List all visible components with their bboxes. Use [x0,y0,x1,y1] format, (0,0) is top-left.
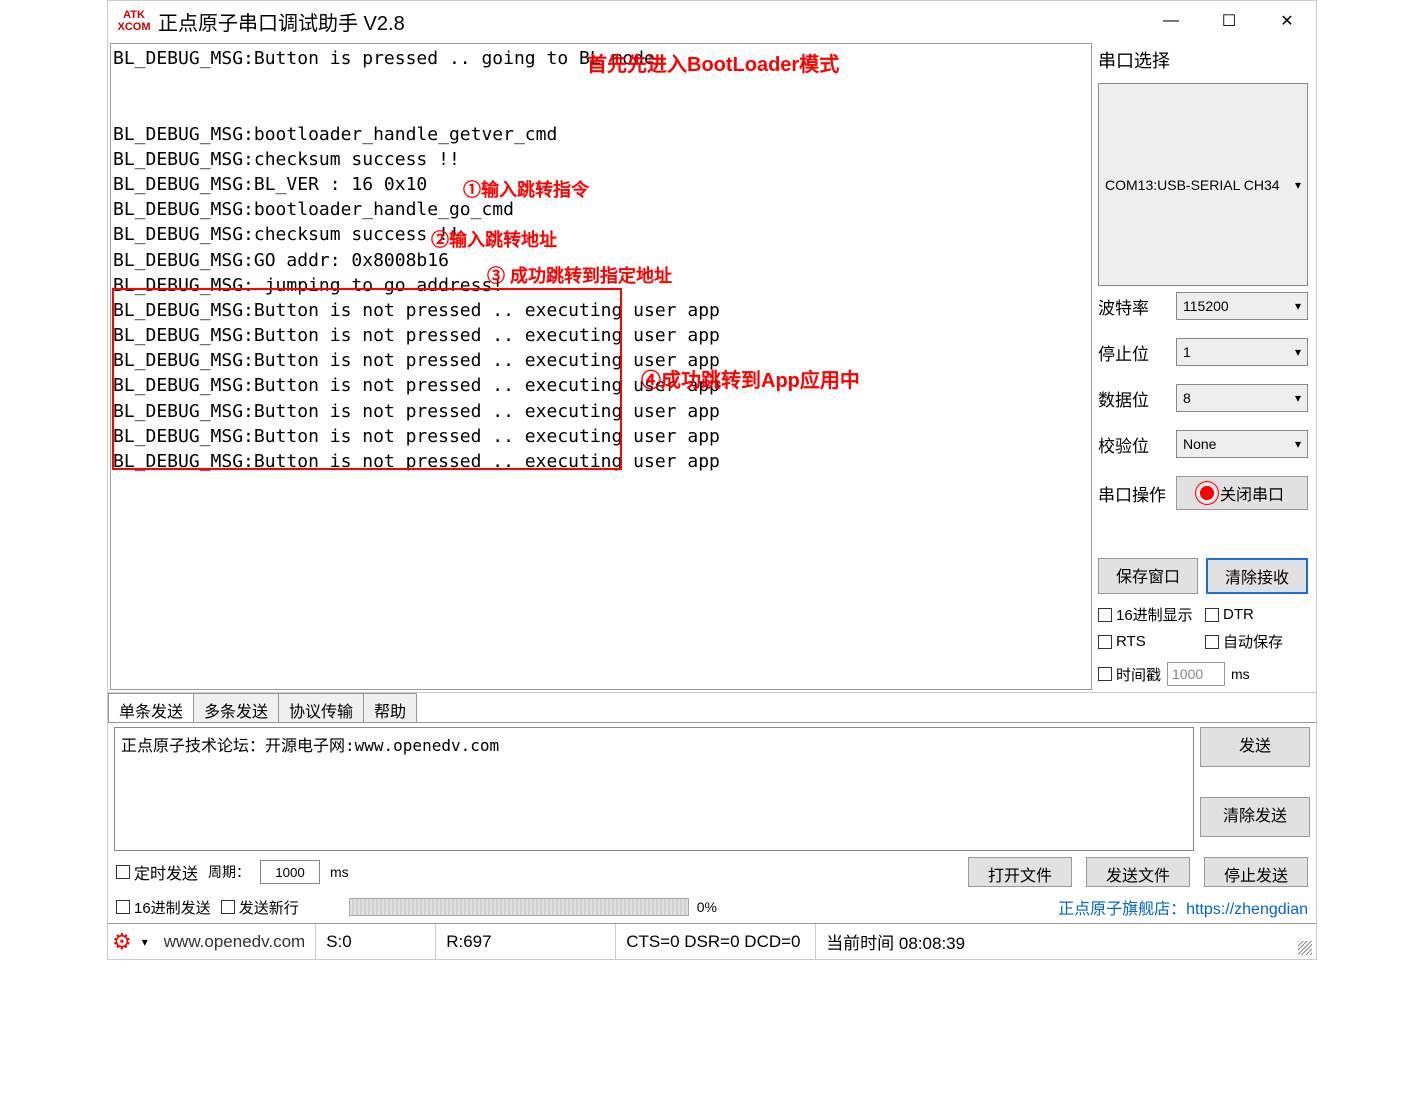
left-panel: BL_DEBUG_MSG:Button is pressed .. going … [108,41,1094,692]
baud-select[interactable]: 115200 [1176,292,1308,320]
status-url[interactable]: www.openedv.com [154,924,316,959]
send-file-button[interactable]: 发送文件 [1086,857,1190,887]
progress-percent: 0% [697,899,717,915]
send-text-area[interactable] [114,727,1194,851]
close-button[interactable]: ✕ [1258,1,1316,41]
gear-icon[interactable]: ⚙ [108,929,136,955]
tab-multi-send[interactable]: 多条发送 [193,693,279,722]
resize-grip[interactable] [1292,924,1316,959]
port-op-label: 串口操作 [1098,481,1176,506]
titlebar-buttons: — ☐ ✕ [1142,1,1316,41]
status-sent: S:0 [316,924,436,959]
tab-single-send[interactable]: 单条发送 [108,693,194,722]
send-button[interactable]: 发送 [1200,727,1310,767]
port-select[interactable]: COM13:USB-SERIAL CH34 [1098,83,1308,286]
parity-label: 校验位 [1098,432,1176,457]
send-tabs: 单条发送 多条发送 协议传输 帮助 [108,693,1316,723]
title-bar: ATKXCOM 正点原子串口调试助手 V2.8 — ☐ ✕ [108,1,1316,41]
timestamp-checkbox[interactable]: 时间戳 [1098,664,1161,685]
annotation-1: 首先先进入BootLoader模式 [587,48,839,77]
status-bar: ⚙ ▾ www.openedv.com S:0 R:697 CTS=0 DSR=… [108,923,1316,959]
auto-save-checkbox[interactable]: 自动保存 [1205,631,1308,652]
receive-area[interactable]: BL_DEBUG_MSG:Button is pressed .. going … [110,43,1092,690]
databit-label: 数据位 [1098,386,1176,411]
right-panel: 串口选择 COM13:USB-SERIAL CH34 波特率 115200 停止… [1094,41,1316,692]
annotation-5: ④成功跳转到App应用中 [641,364,860,393]
stop-send-button[interactable]: 停止发送 [1204,857,1308,887]
record-icon [1200,486,1214,500]
open-file-button[interactable]: 打开文件 [968,857,1072,887]
status-received: R:697 [436,924,616,959]
progress-bar [349,898,689,916]
hex-send-checkbox[interactable]: 16进制发送 [116,897,211,918]
app-logo: ATKXCOM [112,9,156,33]
clear-receive-button[interactable]: 清除接收 [1206,558,1308,594]
send-options-row: 定时发送 周期： ms 打开文件 发送文件 停止发送 [108,853,1316,891]
minimize-button[interactable]: — [1142,1,1200,41]
send-options-row2: 16进制发送 发送新行 0% 正点原子旗舰店：https://zhengdian [108,891,1316,923]
timed-send-checkbox[interactable]: 定时发送 [116,860,198,884]
maximize-button[interactable]: ☐ [1200,1,1258,41]
checkbox-grid: 16进制显示 DTR RTS 自动保存 [1098,604,1308,652]
dtr-checkbox[interactable]: DTR [1205,604,1308,625]
shop-link[interactable]: 正点原子旗舰店：https://zhengdian [1058,895,1308,919]
stopbit-select[interactable]: 1 [1176,338,1308,366]
annotation-4: ③ 成功跳转到指定地址 [487,262,672,288]
send-newline-checkbox[interactable]: 发送新行 [221,897,299,918]
annotation-2: ①输入跳转指令 [463,176,589,202]
parity-select[interactable]: None [1176,430,1308,458]
save-window-button[interactable]: 保存窗口 [1098,558,1198,594]
app-window: ATKXCOM 正点原子串口调试助手 V2.8 — ☐ ✕ BL_DEBUG_M… [107,0,1317,960]
clear-send-button[interactable]: 清除发送 [1200,797,1310,837]
period-label: 周期： [208,862,250,882]
databit-select[interactable]: 8 [1176,384,1308,412]
tab-help[interactable]: 帮助 [363,693,417,722]
gear-dropdown-icon[interactable]: ▾ [136,935,154,949]
tab-protocol[interactable]: 协议传输 [278,693,364,722]
close-port-button[interactable]: 关闭串口 [1176,476,1308,510]
timestamp-unit: ms [1231,666,1250,682]
port-select-header: 串口选择 [1098,47,1308,73]
baud-label: 波特率 [1098,294,1176,319]
stopbit-label: 停止位 [1098,340,1176,365]
annotation-3: ②输入跳转地址 [431,226,557,252]
period-input[interactable] [260,860,320,884]
window-title: 正点原子串口调试助手 V2.8 [158,7,405,36]
rts-checkbox[interactable]: RTS [1098,631,1201,652]
status-signals: CTS=0 DSR=0 DCD=0 [616,924,816,959]
window-body: BL_DEBUG_MSG:Button is pressed .. going … [108,41,1316,692]
status-time: 当前时间 08:08:39 [816,924,1292,959]
period-unit: ms [330,864,349,880]
hex-display-checkbox[interactable]: 16进制显示 [1098,604,1201,625]
timestamp-input[interactable] [1167,662,1225,686]
bottom-panel: 单条发送 多条发送 协议传输 帮助 发送 清除发送 定时发送 周期： ms 打开… [108,692,1316,923]
receive-text: BL_DEBUG_MSG:Button is pressed .. going … [111,44,1091,476]
